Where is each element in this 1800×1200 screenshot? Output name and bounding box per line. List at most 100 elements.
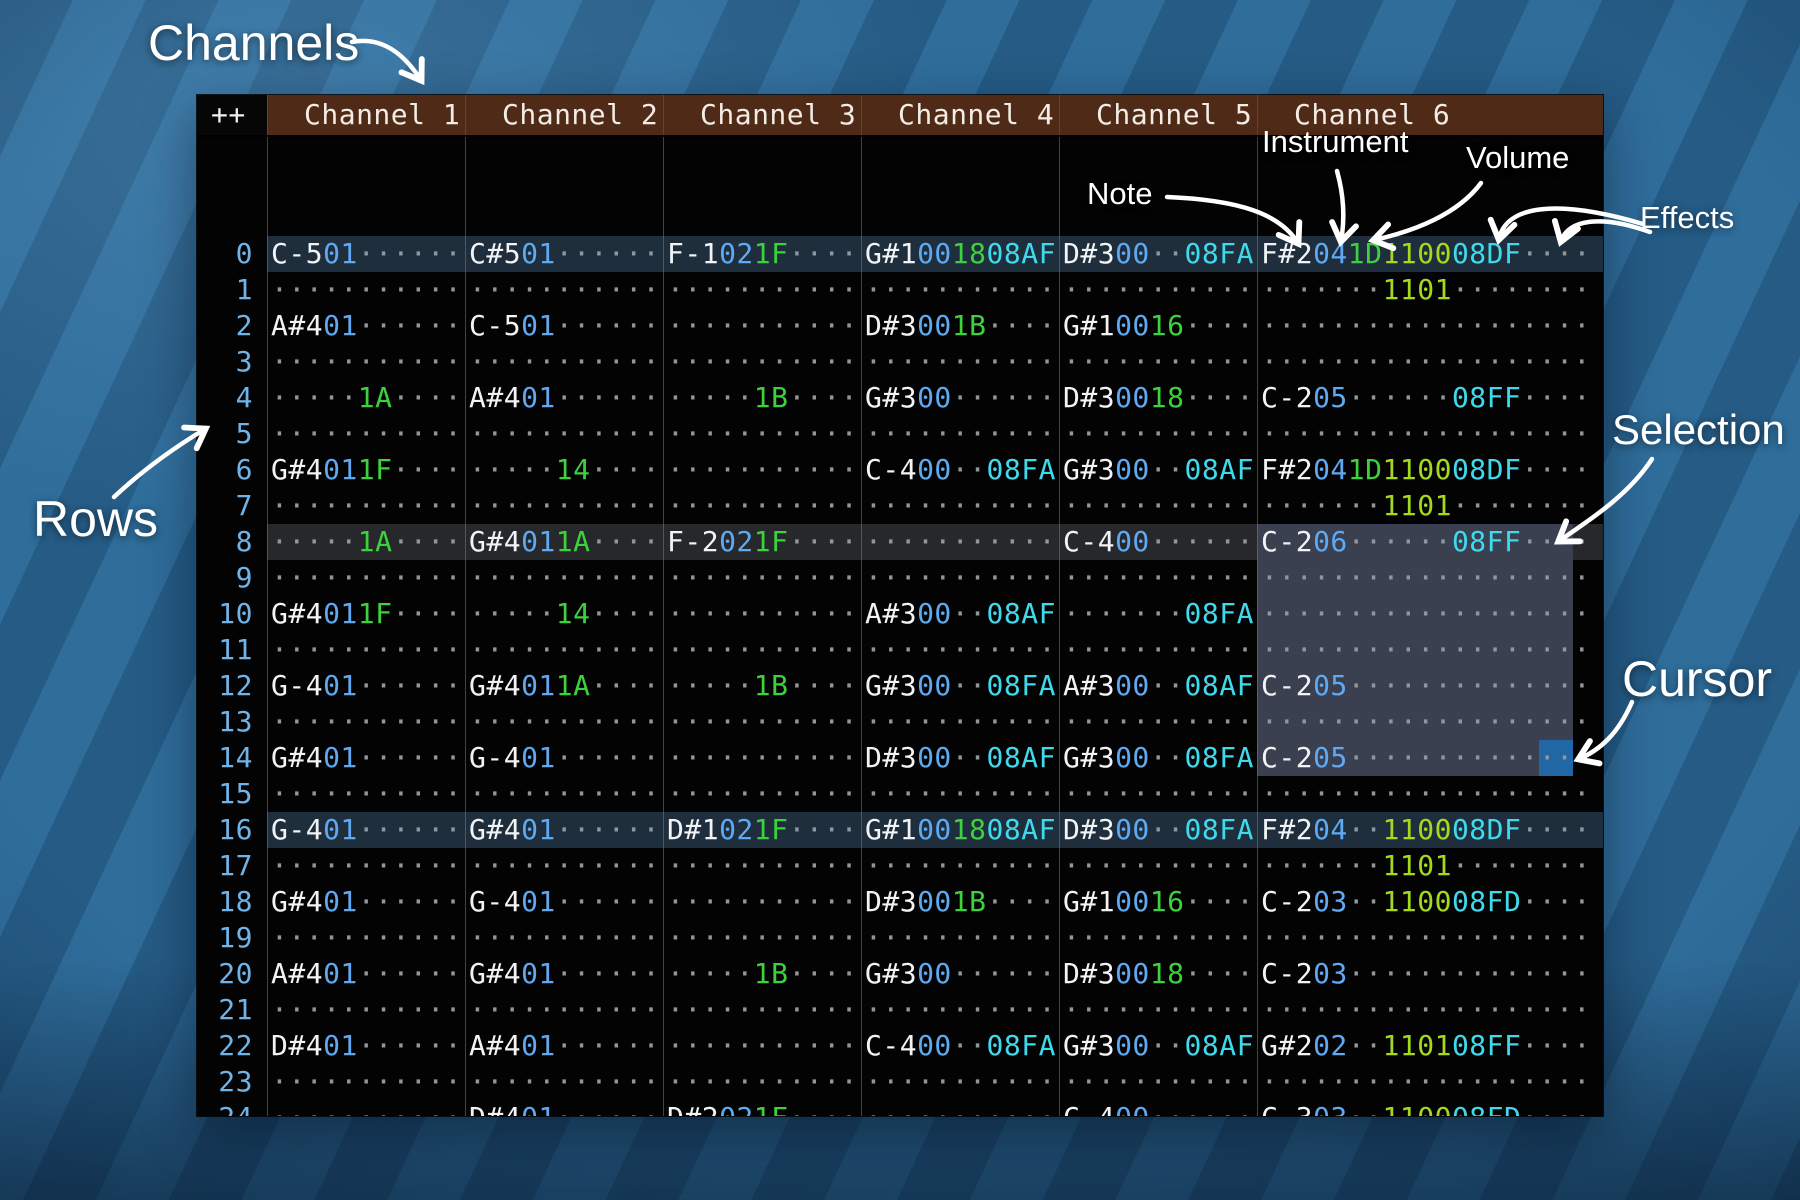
cell-ch2-row6[interactable]: ·····14···· [465, 452, 663, 488]
cell-ch2-row8[interactable]: G#4011A···· [465, 524, 663, 560]
cell-ch1-row2[interactable]: A#401······ [267, 308, 465, 344]
cell-ch1-row17[interactable]: ··········· [267, 848, 465, 884]
cell-ch2-row14[interactable]: G-401······ [465, 740, 663, 776]
cell-ch6-row1[interactable]: ·······1101········ [1257, 272, 1603, 308]
cell-ch2-row13[interactable]: ··········· [465, 704, 663, 740]
cell-ch1-row0[interactable]: C-501······ [267, 236, 465, 272]
cell-ch4-row14[interactable]: D#300··08AF [861, 740, 1059, 776]
cell-ch3-row18[interactable]: ··········· [663, 884, 861, 920]
cell-ch1-row3[interactable]: ··········· [267, 344, 465, 380]
cell-ch6-row18[interactable]: C-203··110008FD···· [1257, 884, 1603, 920]
channel-header-1[interactable]: Channel 1 [267, 95, 465, 135]
cell-ch1-row19[interactable]: ··········· [267, 920, 465, 956]
cell-ch4-row6[interactable]: C-400··08FA [861, 452, 1059, 488]
cell-ch6-row12[interactable]: C-205·············· [1257, 668, 1603, 704]
cell-ch4-row17[interactable]: ··········· [861, 848, 1059, 884]
pattern-row-10[interactable]: 10G#4011F·········14···············A#300… [197, 596, 1603, 632]
cell-ch4-row7[interactable]: ··········· [861, 488, 1059, 524]
cell-ch3-row8[interactable]: F-2021F···· [663, 524, 861, 560]
pattern-row-23[interactable]: 23······································… [197, 1064, 1603, 1100]
cell-ch3-row12[interactable]: ·····1B···· [663, 668, 861, 704]
cell-ch3-row15[interactable]: ··········· [663, 776, 861, 812]
cell-ch3-row6[interactable]: ··········· [663, 452, 861, 488]
cell-ch2-row22[interactable]: A#401······ [465, 1028, 663, 1064]
cell-ch1-row4[interactable]: ·····1A···· [267, 380, 465, 416]
cell-ch5-row11[interactable]: ··········· [1059, 632, 1257, 668]
pattern-row-12[interactable]: 12G-401······G#4011A·········1B····G#300… [197, 668, 1603, 704]
pattern-row-17[interactable]: 17······································… [197, 848, 1603, 884]
cell-ch4-row11[interactable]: ··········· [861, 632, 1059, 668]
pattern-row-19[interactable]: 19······································… [197, 920, 1603, 956]
cell-ch2-row1[interactable]: ··········· [465, 272, 663, 308]
cell-ch2-row20[interactable]: G#401······ [465, 956, 663, 992]
cell-ch2-row10[interactable]: ·····14···· [465, 596, 663, 632]
cell-ch1-row15[interactable]: ··········· [267, 776, 465, 812]
cell-ch1-row14[interactable]: G#401······ [267, 740, 465, 776]
cell-ch1-row9[interactable]: ··········· [267, 560, 465, 596]
cell-ch1-row11[interactable]: ··········· [267, 632, 465, 668]
cell-ch4-row8[interactable]: ··········· [861, 524, 1059, 560]
cell-ch5-row2[interactable]: G#10016···· [1059, 308, 1257, 344]
cell-ch3-row13[interactable]: ··········· [663, 704, 861, 740]
pattern-row-22[interactable]: 22D#401······A#401·················C-400… [197, 1028, 1603, 1064]
cell-ch5-row22[interactable]: G#300··08AF [1059, 1028, 1257, 1064]
cell-ch1-row22[interactable]: D#401······ [267, 1028, 465, 1064]
cell-ch2-row21[interactable]: ··········· [465, 992, 663, 1028]
cell-ch2-row15[interactable]: ··········· [465, 776, 663, 812]
cell-ch4-row0[interactable]: G#1001808AF [861, 236, 1059, 272]
cell-ch4-row4[interactable]: G#300······ [861, 380, 1059, 416]
cell-ch5-row3[interactable]: ··········· [1059, 344, 1257, 380]
channel-header-2[interactable]: Channel 2 [465, 95, 663, 135]
cell-ch2-row17[interactable]: ··········· [465, 848, 663, 884]
cell-ch5-row1[interactable]: ··········· [1059, 272, 1257, 308]
cell-ch4-row20[interactable]: G#300······ [861, 956, 1059, 992]
cell-ch2-row2[interactable]: C-501······ [465, 308, 663, 344]
cell-ch6-row14[interactable]: C-205·············· [1257, 740, 1603, 776]
pattern-row-24[interactable]: 24···········D#401······D#2021F·········… [197, 1100, 1603, 1116]
cell-ch6-row22[interactable]: G#202··110108FF···· [1257, 1028, 1603, 1064]
pattern-row-5[interactable]: 5·······································… [197, 416, 1603, 452]
cell-ch3-row3[interactable]: ··········· [663, 344, 861, 380]
cell-ch6-row19[interactable]: ··················· [1257, 920, 1603, 956]
cell-ch6-row9[interactable]: ··················· [1257, 560, 1603, 596]
cell-ch5-row4[interactable]: D#30018···· [1059, 380, 1257, 416]
cell-ch5-row15[interactable]: ··········· [1059, 776, 1257, 812]
cell-ch5-row9[interactable]: ··········· [1059, 560, 1257, 596]
cell-ch6-row0[interactable]: F#2041D110008DF···· [1257, 236, 1603, 272]
cell-ch3-row22[interactable]: ··········· [663, 1028, 861, 1064]
pattern-row-2[interactable]: 2A#401······C-501·················D#3001… [197, 308, 1603, 344]
cell-ch5-row23[interactable]: ··········· [1059, 1064, 1257, 1100]
cell-ch1-row7[interactable]: ··········· [267, 488, 465, 524]
cell-ch3-row23[interactable]: ··········· [663, 1064, 861, 1100]
cell-ch3-row11[interactable]: ··········· [663, 632, 861, 668]
cell-ch6-row10[interactable]: ··················· [1257, 596, 1603, 632]
cell-ch5-row18[interactable]: G#10016···· [1059, 884, 1257, 920]
pattern-row-13[interactable]: 13······································… [197, 704, 1603, 740]
cell-ch6-row20[interactable]: C-203·············· [1257, 956, 1603, 992]
cell-ch4-row22[interactable]: C-400··08FA [861, 1028, 1059, 1064]
cell-ch5-row21[interactable]: ··········· [1059, 992, 1257, 1028]
cell-ch1-row20[interactable]: A#401······ [267, 956, 465, 992]
cell-ch3-row19[interactable]: ··········· [663, 920, 861, 956]
channel-header-3[interactable]: Channel 3 [663, 95, 861, 135]
cell-ch4-row5[interactable]: ··········· [861, 416, 1059, 452]
cell-ch3-row24[interactable]: D#2021F···· [663, 1100, 861, 1116]
cell-ch5-row14[interactable]: G#300··08FA [1059, 740, 1257, 776]
cell-ch2-row19[interactable]: ··········· [465, 920, 663, 956]
cell-ch2-row12[interactable]: G#4011A···· [465, 668, 663, 704]
pattern-row-8[interactable]: 8·····1A····G#4011A····F-2021F··········… [197, 524, 1603, 560]
cell-ch4-row16[interactable]: G#1001808AF [861, 812, 1059, 848]
pattern-row-9[interactable]: 9·······································… [197, 560, 1603, 596]
cell-ch6-row4[interactable]: C-205······08FF···· [1257, 380, 1603, 416]
cell-ch6-row24[interactable]: C-303··110008FD···· [1257, 1100, 1603, 1116]
cell-ch3-row14[interactable]: ··········· [663, 740, 861, 776]
cell-ch6-row16[interactable]: F#204··110008DF···· [1257, 812, 1603, 848]
pattern-row-6[interactable]: 6G#4011F·········14···············C-400·… [197, 452, 1603, 488]
cell-ch6-row15[interactable]: ··················· [1257, 776, 1603, 812]
cell-ch5-row12[interactable]: A#300··08AF [1059, 668, 1257, 704]
channel-header-4[interactable]: Channel 4 [861, 95, 1059, 135]
cell-ch4-row24[interactable]: ··········· [861, 1100, 1059, 1116]
cell-ch4-row15[interactable]: ··········· [861, 776, 1059, 812]
cell-ch4-row19[interactable]: ··········· [861, 920, 1059, 956]
cell-ch3-row16[interactable]: D#1021F···· [663, 812, 861, 848]
